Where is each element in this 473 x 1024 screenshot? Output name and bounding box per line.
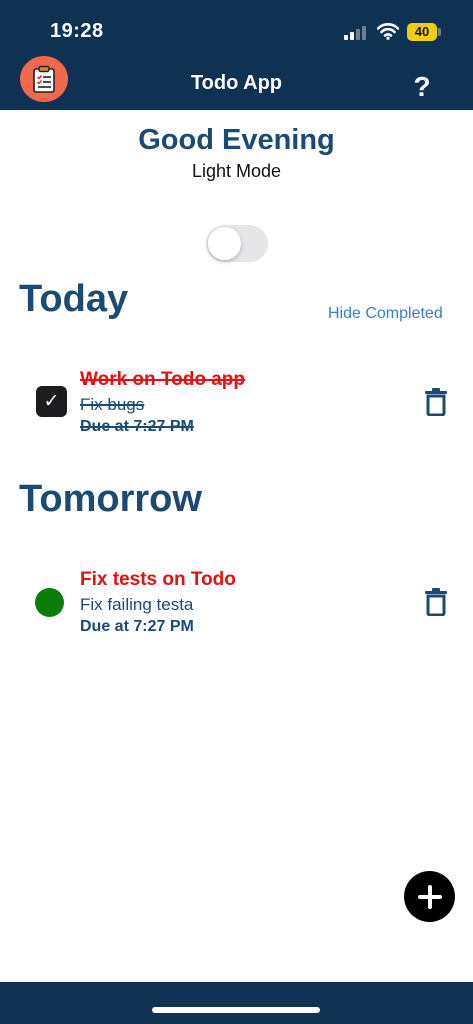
top-bar: 19:28 40 Todo App ? <box>0 0 473 110</box>
app-title: Todo App <box>190 72 283 94</box>
section-title-today: Today <box>19 278 129 320</box>
todo-description: Fix bugs <box>80 395 145 414</box>
bottom-bar <box>0 982 473 1024</box>
todo-checkbox-checked[interactable]: ✓ <box>36 386 67 417</box>
plus-icon <box>417 884 442 909</box>
help-button[interactable]: ? <box>406 70 438 104</box>
mode-label: Light Mode <box>191 161 282 181</box>
add-todo-button[interactable] <box>404 871 455 922</box>
trash-icon[interactable] <box>424 588 448 616</box>
todo-title: Fix tests on Todo <box>80 569 236 590</box>
toggle-knob <box>208 227 241 260</box>
wifi-icon <box>377 23 399 40</box>
home-indicator[interactable] <box>152 1007 320 1013</box>
trash-icon[interactable] <box>424 388 448 416</box>
todo-due-time: Due at 7:27 PM <box>80 618 194 635</box>
todo-description: Fix failing testa <box>80 595 194 614</box>
battery-indicator: 40 <box>407 23 437 41</box>
greeting-title: Good Evening <box>138 124 335 156</box>
signal-icon <box>344 24 370 40</box>
hide-completed-button[interactable]: Hide Completed <box>328 305 443 323</box>
checkmark-icon: ✓ <box>43 391 60 412</box>
todo-title: Work on Todo app <box>80 369 245 390</box>
status-time: 19:28 <box>50 20 104 42</box>
todo-due-time: Due at 7:27 PM <box>80 418 194 435</box>
battery-cap <box>438 28 441 36</box>
todo-status-dot[interactable] <box>35 588 64 617</box>
section-title-tomorrow: Tomorrow <box>19 478 202 520</box>
battery-level: 40 <box>414 24 430 39</box>
theme-toggle[interactable] <box>206 225 268 262</box>
